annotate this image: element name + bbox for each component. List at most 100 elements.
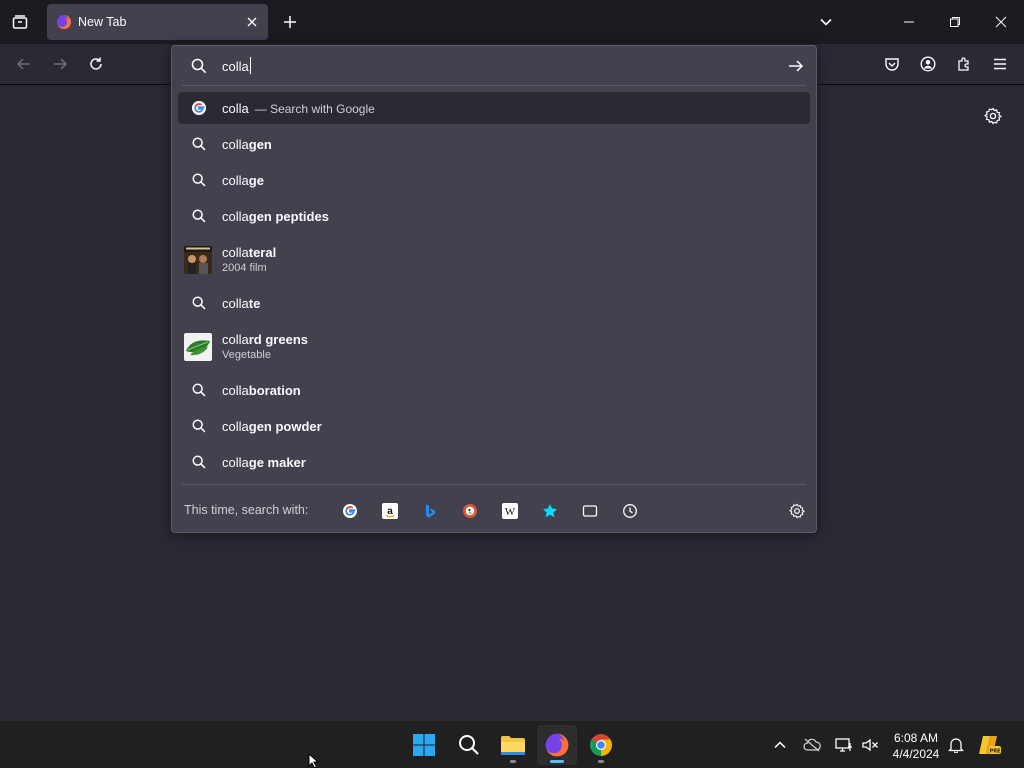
search-icon — [192, 383, 206, 397]
close-icon — [995, 16, 1007, 28]
extensions-button[interactable] — [950, 50, 978, 78]
search-icon — [192, 137, 206, 151]
engine-bing-button[interactable] — [419, 500, 441, 522]
search-settings-button[interactable] — [786, 500, 808, 522]
tabs-search-button[interactable] — [579, 500, 601, 522]
back-button[interactable] — [10, 50, 38, 78]
search-icon — [190, 381, 208, 399]
urlbar-result-row[interactable]: collaboration — [178, 372, 810, 408]
urlbar-result-row[interactable]: collage — [178, 162, 810, 198]
windows-taskbar: 6:08 AM 4/4/2024 PRE — [0, 720, 1024, 768]
taskbar-clock[interactable]: 6:08 AM 4/4/2024 — [886, 730, 946, 762]
minimize-icon — [904, 21, 914, 23]
list-all-tabs-button[interactable] — [814, 10, 838, 34]
amazon-icon: a — [382, 503, 398, 519]
tab-list-button[interactable] — [6, 8, 34, 36]
search-icon — [192, 209, 206, 223]
search-icon — [192, 173, 206, 187]
mouse-cursor-icon — [308, 753, 320, 768]
onedrive-tray-icon[interactable] — [800, 733, 824, 757]
clock-date: 4/4/2024 — [892, 747, 940, 761]
volume-tray-icon[interactable] — [858, 733, 882, 757]
chrome-icon — [590, 734, 612, 756]
new-tab-button[interactable] — [278, 10, 302, 34]
taskbar-search-button[interactable] — [449, 725, 489, 765]
pocket-button[interactable] — [878, 50, 906, 78]
minimize-button[interactable] — [886, 0, 932, 44]
tabs-icon — [582, 505, 598, 517]
newtab-settings-button[interactable] — [981, 104, 1005, 128]
bookmarks-search-button[interactable] — [539, 500, 561, 522]
history-clock-icon — [623, 504, 637, 518]
reload-button[interactable] — [82, 50, 110, 78]
search-icon — [190, 207, 208, 225]
one-offs-label: This time, search with: — [184, 503, 309, 517]
result-text: collagen — [222, 137, 272, 152]
arrow-left-icon — [16, 58, 30, 70]
svg-text:W: W — [505, 506, 516, 518]
account-icon — [920, 56, 936, 72]
engine-duckduckgo-button[interactable] — [459, 500, 481, 522]
notifications-button[interactable] — [944, 733, 968, 757]
close-icon — [247, 17, 257, 27]
typed-prefix: colla — [222, 454, 249, 470]
pocket-icon — [885, 58, 899, 71]
urlbar-result-row[interactable]: collagen peptides — [178, 198, 810, 234]
urlbar-result-row[interactable]: collateral 2004 film — [178, 234, 810, 285]
volume-muted-icon — [862, 738, 878, 752]
show-hidden-icons-button[interactable] — [768, 733, 792, 757]
suggested-suffix: boration — [248, 382, 301, 398]
network-tray-icon[interactable] — [832, 733, 856, 757]
taskbar-chrome[interactable] — [581, 725, 621, 765]
engine-google-button[interactable] — [339, 500, 361, 522]
go-button[interactable] — [786, 57, 806, 75]
typed-prefix: colla — [222, 245, 249, 260]
running-indicator — [598, 760, 604, 763]
search-icon — [190, 294, 208, 312]
typed-prefix: colla — [222, 332, 249, 347]
typed-prefix: colla — [222, 382, 249, 398]
urlbar-result-row[interactable]: colla — Search with Google — [178, 92, 810, 124]
tab-new-tab[interactable]: New Tab — [47, 4, 268, 40]
urlbar-input[interactable] — [222, 57, 782, 75]
search-icon — [190, 171, 208, 189]
typed-prefix: colla — [222, 100, 249, 116]
urlbar-result-row[interactable]: collage maker — [178, 444, 810, 480]
forward-button[interactable] — [46, 50, 74, 78]
account-button[interactable] — [914, 50, 942, 78]
copilot-preview-button[interactable]: PRE — [978, 733, 1002, 757]
duckduckgo-icon — [463, 504, 477, 518]
urlbar-result-row[interactable]: collard greens Vegetable — [178, 321, 810, 372]
tab-close-button[interactable] — [244, 14, 260, 30]
bookmarks-star-icon — [543, 504, 557, 518]
result-text: collagen powder — [222, 419, 322, 434]
suggested-suffix: ge maker — [248, 454, 306, 470]
urlbar-input-row — [172, 46, 816, 86]
active-indicator — [550, 760, 564, 763]
engine-amazon-button[interactable]: a — [379, 500, 401, 522]
plus-icon — [284, 16, 296, 28]
taskbar-firefox[interactable] — [537, 725, 577, 765]
app-menu-button[interactable] — [986, 50, 1014, 78]
taskbar-file-explorer[interactable] — [493, 725, 533, 765]
urlbar-result-row[interactable]: collagen powder — [178, 408, 810, 444]
collateral-poster-thumbnail — [184, 245, 212, 274]
result-text: collagen peptides — [222, 209, 329, 224]
search-icon — [192, 419, 206, 433]
history-search-button[interactable] — [619, 500, 641, 522]
result-description: Vegetable — [222, 349, 271, 361]
search-icon — [190, 453, 208, 471]
restore-button[interactable] — [932, 0, 978, 44]
suggested-suffix: gen powder — [248, 418, 322, 434]
network-icon — [835, 738, 852, 752]
result-description: 2004 film — [222, 262, 267, 274]
google-icon — [190, 99, 208, 117]
urlbar-result-row[interactable]: collate — [178, 285, 810, 321]
suggested-suffix: rd greens — [248, 332, 308, 347]
search-icon — [192, 296, 206, 310]
engine-wikipedia-button[interactable]: W — [499, 500, 521, 522]
cloud-offline-icon — [803, 738, 821, 752]
close-window-button[interactable] — [978, 0, 1024, 44]
start-button[interactable] — [404, 725, 444, 765]
urlbar-result-row[interactable]: collagen — [178, 126, 810, 162]
